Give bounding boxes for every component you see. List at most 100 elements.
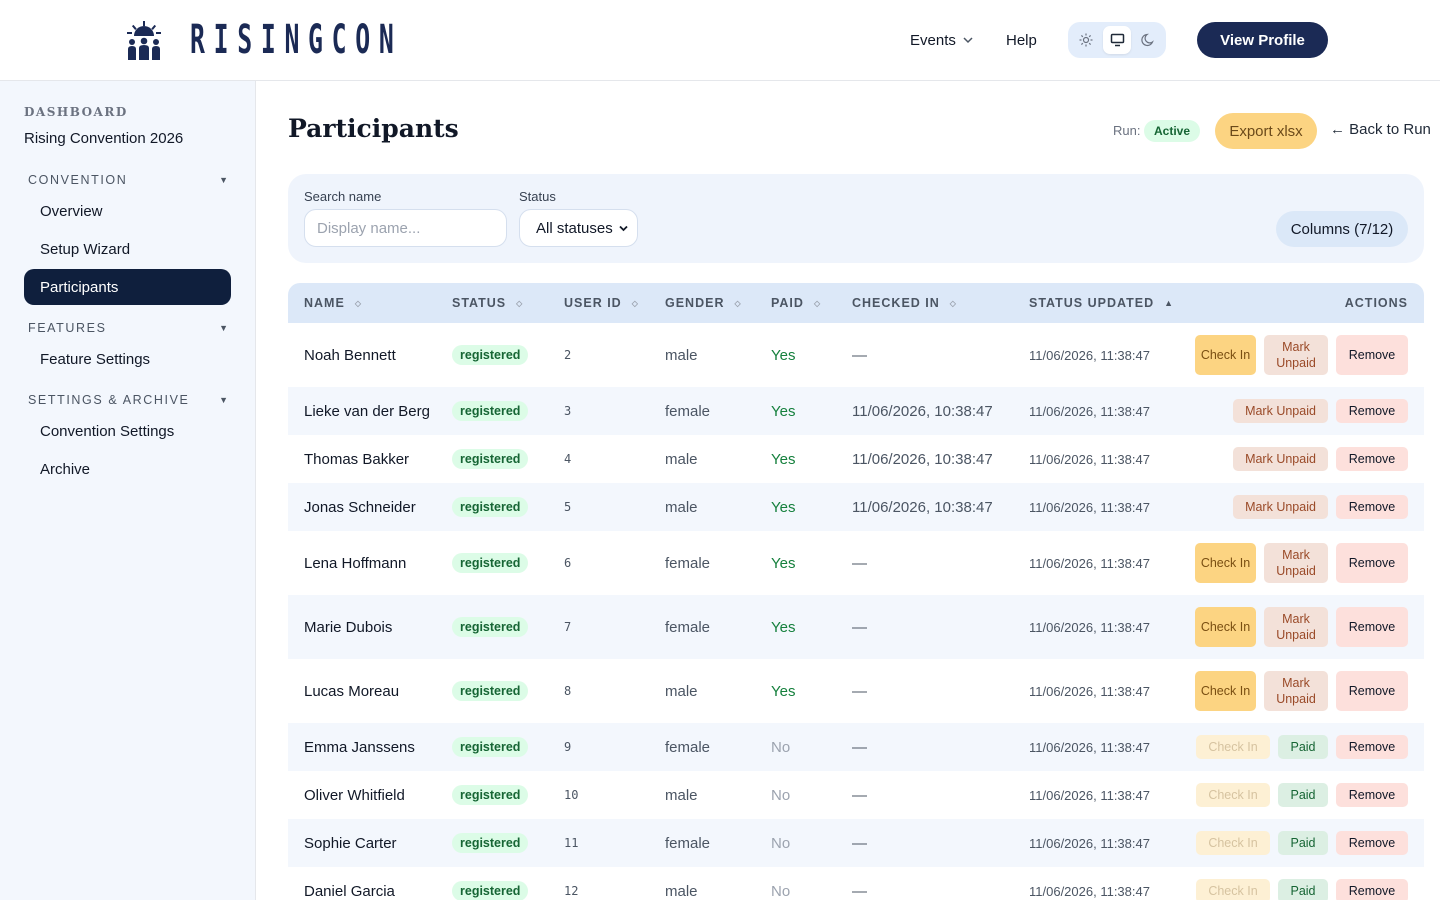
mark-unpaid-button[interactable]: Mark Unpaid <box>1264 335 1328 375</box>
column-header-status[interactable]: STATUS ◇ <box>452 283 522 323</box>
sort-arrows-icon: ◇ <box>354 298 361 308</box>
theme-system-button[interactable] <box>1103 26 1131 54</box>
participant-name[interactable]: Lucas Moreau <box>304 659 399 723</box>
sidebar-item-setup-wizard[interactable]: Setup Wizard <box>24 231 231 267</box>
table-row: Jonas Schneider registered 5 male Yes 11/06/2… <box>288 483 1424 531</box>
remove-button[interactable]: Remove <box>1336 543 1408 583</box>
mark-paid-button[interactable]: Paid <box>1278 735 1328 759</box>
sidebar-section-settings-archive[interactable]: SETTINGS & ARCHIVE ▼ <box>28 391 228 409</box>
column-header-gender[interactable]: GENDER ◇ <box>665 283 741 323</box>
column-header-label: NAME <box>304 296 345 310</box>
paid-cell: Yes <box>771 450 796 468</box>
participant-name[interactable]: Sophie Carter <box>304 819 397 867</box>
column-header-label: CHECKED IN <box>852 296 940 310</box>
user-id-cell: 7 <box>564 620 572 634</box>
check-in-button[interactable]: Check In <box>1196 879 1270 900</box>
participant-name[interactable]: Emma Janssens <box>304 723 415 771</box>
remove-button[interactable]: Remove <box>1336 671 1408 711</box>
column-header-label: GENDER <box>665 296 725 310</box>
participant-name[interactable]: Thomas Bakker <box>304 435 409 483</box>
mark-unpaid-button[interactable]: Mark Unpaid <box>1264 607 1328 647</box>
paid-cell: No <box>771 738 791 756</box>
participant-name[interactable]: Lena Hoffmann <box>304 531 406 595</box>
status-badge: registered <box>452 617 529 637</box>
remove-button[interactable]: Remove <box>1336 607 1408 647</box>
row-actions: Check In Mark Unpaid Remove <box>1195 531 1408 595</box>
sidebar-section-title: FEATURES <box>28 321 107 335</box>
check-in-button[interactable]: Check In <box>1196 735 1270 759</box>
mark-paid-button[interactable]: Paid <box>1278 783 1328 807</box>
remove-button[interactable]: Remove <box>1336 879 1408 900</box>
column-header-checked-in[interactable]: CHECKED IN ◇ <box>852 283 956 323</box>
search-name-input[interactable] <box>304 209 507 247</box>
participant-name[interactable]: Lieke van der Berg <box>304 387 430 435</box>
participant-name[interactable]: Daniel Garcia <box>304 867 395 900</box>
paid-cell: Yes <box>771 554 796 572</box>
theme-light-button[interactable] <box>1072 26 1100 54</box>
brand-wordmark[interactable]: RISINGCON <box>190 16 403 64</box>
column-header-name[interactable]: NAME ◇ <box>304 283 361 323</box>
mark-paid-button[interactable]: Paid <box>1278 831 1328 855</box>
remove-button[interactable]: Remove <box>1336 735 1408 759</box>
participant-name[interactable]: Oliver Whitfield <box>304 771 405 819</box>
participant-name[interactable]: Jonas Schneider <box>304 483 416 531</box>
checked-in-cell: — <box>852 682 867 700</box>
top-header: RISINGCON Events Help View Profile <box>0 0 1440 81</box>
sidebar-item-convention-settings[interactable]: Convention Settings <box>24 413 231 449</box>
theme-dark-button[interactable] <box>1134 26 1162 54</box>
nav-events-dropdown[interactable]: Events <box>910 29 974 51</box>
filter-panel: Search name Status All statuses Columns … <box>288 174 1424 263</box>
search-name-label: Search name <box>304 189 382 204</box>
logo-icon[interactable] <box>126 20 162 60</box>
row-actions: Check In Paid Remove <box>1196 771 1408 819</box>
remove-button[interactable]: Remove <box>1336 335 1408 375</box>
caret-down-icon: ▼ <box>219 175 228 185</box>
sort-arrows-icon: ◇ <box>949 298 956 308</box>
sidebar-section-convention[interactable]: CONVENTION ▼ <box>28 171 228 189</box>
column-header-status-updated[interactable]: STATUS UPDATED ▲ <box>1029 283 1173 323</box>
row-actions: Mark Unpaid Remove <box>1233 483 1408 531</box>
export-xlsx-button[interactable]: Export xlsx <box>1215 113 1317 149</box>
sidebar-section-features[interactable]: FEATURES ▼ <box>28 319 228 337</box>
column-header-paid[interactable]: PAID ◇ <box>771 283 820 323</box>
check-in-button[interactable]: Check In <box>1195 335 1256 375</box>
check-in-button[interactable]: Check In <box>1195 607 1256 647</box>
nav-help-link[interactable]: Help <box>1006 29 1037 51</box>
mark-unpaid-button[interactable]: Mark Unpaid <box>1233 495 1328 519</box>
sidebar-item-feature-settings[interactable]: Feature Settings <box>24 341 231 377</box>
mark-unpaid-button[interactable]: Mark Unpaid <box>1264 671 1328 711</box>
remove-button[interactable]: Remove <box>1336 495 1408 519</box>
remove-button[interactable]: Remove <box>1336 831 1408 855</box>
status-filter-select[interactable]: All statuses <box>519 209 638 247</box>
table-row: Lucas Moreau registered 8 male Yes — 11/06/202… <box>288 659 1424 723</box>
column-header-user-id[interactable]: USER ID ◇ <box>564 283 638 323</box>
mark-paid-button[interactable]: Paid <box>1278 879 1328 900</box>
status-updated-cell: 11/06/2026, 11:38:47 <box>1029 787 1150 803</box>
user-id-cell: 12 <box>564 884 579 898</box>
remove-button[interactable]: Remove <box>1336 783 1408 807</box>
mark-unpaid-button[interactable]: Mark Unpaid <box>1233 447 1328 471</box>
participant-name[interactable]: Marie Dubois <box>304 595 392 659</box>
mark-unpaid-button[interactable]: Mark Unpaid <box>1264 543 1328 583</box>
sidebar-item-participants[interactable]: Participants <box>24 269 231 305</box>
sidebar-item-overview[interactable]: Overview <box>24 193 231 229</box>
table-row: Sophie Carter registered 11 female No — 11/06/… <box>288 819 1424 867</box>
view-profile-button[interactable]: View Profile <box>1197 22 1328 58</box>
remove-button[interactable]: Remove <box>1336 399 1408 423</box>
column-header-label: STATUS <box>452 296 507 310</box>
check-in-button[interactable]: Check In <box>1195 671 1256 711</box>
check-in-button[interactable]: Check In <box>1196 831 1270 855</box>
sidebar-kicker: DASHBOARD <box>24 105 128 119</box>
sidebar-item-archive[interactable]: Archive <box>24 451 231 487</box>
back-to-run-link[interactable]: ← Back to Run <box>1330 121 1431 138</box>
columns-toggle-button[interactable]: Columns (7/12) <box>1276 211 1408 247</box>
remove-button[interactable]: Remove <box>1336 447 1408 471</box>
sidebar-convention-name[interactable]: Rising Convention 2026 <box>24 130 183 147</box>
run-label: Run: <box>1113 123 1141 138</box>
mark-unpaid-button[interactable]: Mark Unpaid <box>1233 399 1328 423</box>
gender-cell: male <box>665 786 698 804</box>
participant-name[interactable]: Noah Bennett <box>304 323 396 387</box>
check-in-button[interactable]: Check In <box>1195 543 1256 583</box>
gender-cell: male <box>665 682 698 700</box>
check-in-button[interactable]: Check In <box>1196 783 1270 807</box>
